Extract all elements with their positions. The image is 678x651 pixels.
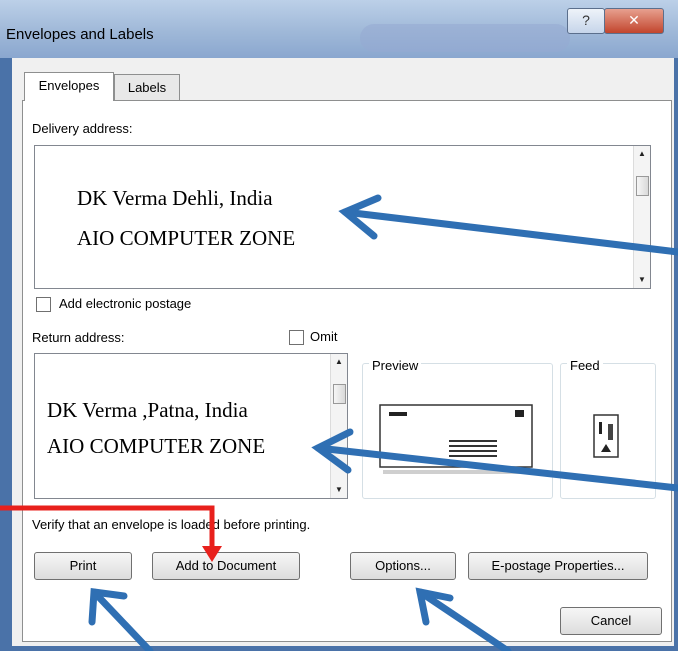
electronic-postage-checkbox[interactable] <box>36 297 51 312</box>
background-window-ghost <box>360 24 570 52</box>
omit-checkbox[interactable] <box>289 330 304 345</box>
print-button[interactable]: Print <box>34 552 132 580</box>
return-scrollbar[interactable]: ▲ ▼ <box>330 354 347 498</box>
tab-envelopes[interactable]: Envelopes <box>24 72 114 101</box>
return-address-label: Return address: <box>32 330 125 345</box>
options-button[interactable]: Options... <box>350 552 456 580</box>
dialog-title: Envelopes and Labels <box>6 26 154 43</box>
return-line-2: AIO COMPUTER ZONE <box>47 434 266 458</box>
delivery-line-2: AIO COMPUTER ZONE <box>77 226 296 250</box>
return-scroll-thumb[interactable] <box>333 384 346 404</box>
title-bar[interactable]: Envelopes and Labels ? ✕ <box>0 0 678 58</box>
tab-envelopes-label: Envelopes <box>38 78 100 93</box>
preview-label: Preview <box>369 358 422 373</box>
delivery-address-field[interactable]: DK Verma Dehli, India AIO COMPUTER ZONE … <box>34 145 651 289</box>
scroll-up-arrow-icon[interactable]: ▲ <box>634 146 650 162</box>
tab-labels-label: Labels <box>127 80 167 95</box>
dialog-window: Envelopes and Labels ? ✕ Envelopes Label… <box>0 0 678 651</box>
return-address-field[interactable]: DK Verma ,Patna, India AIO COMPUTER ZONE… <box>34 353 348 499</box>
return-line-1: DK Verma ,Patna, India <box>47 398 248 422</box>
dialog-client-area: Envelopes Labels Delivery address: DK Ve… <box>12 58 674 646</box>
envelopes-panel: Delivery address: DK Verma Dehli, India … <box>22 100 672 642</box>
add-to-document-button[interactable]: Add to Document <box>152 552 300 580</box>
envelope-feed-icon <box>593 414 619 458</box>
cancel-button[interactable]: Cancel <box>560 607 662 635</box>
electronic-postage-label: Add electronic postage <box>59 296 192 311</box>
epostage-properties-button[interactable]: E-postage Properties... <box>468 552 648 580</box>
omit-label: Omit <box>310 329 338 344</box>
delivery-line-1: DK Verma Dehli, India <box>77 186 273 210</box>
scroll-down-arrow-icon[interactable]: ▼ <box>634 272 650 288</box>
scroll-up-arrow-icon[interactable]: ▲ <box>331 354 347 370</box>
envelope-preview-icon <box>379 404 533 474</box>
delivery-scroll-thumb[interactable] <box>636 176 649 196</box>
help-button[interactable]: ? <box>567 8 605 34</box>
tab-labels[interactable]: Labels <box>114 74 180 101</box>
scroll-down-arrow-icon[interactable]: ▼ <box>331 482 347 498</box>
verify-envelope-text: Verify that an envelope is loaded before… <box>32 517 311 532</box>
delivery-address-label: Delivery address: <box>32 121 133 136</box>
feed-label: Feed <box>567 358 603 373</box>
preview-group[interactable]: Preview <box>362 358 553 499</box>
close-button[interactable]: ✕ <box>604 8 664 34</box>
feed-group[interactable]: Feed <box>560 358 656 499</box>
delivery-scrollbar[interactable]: ▲ ▼ <box>633 146 650 288</box>
